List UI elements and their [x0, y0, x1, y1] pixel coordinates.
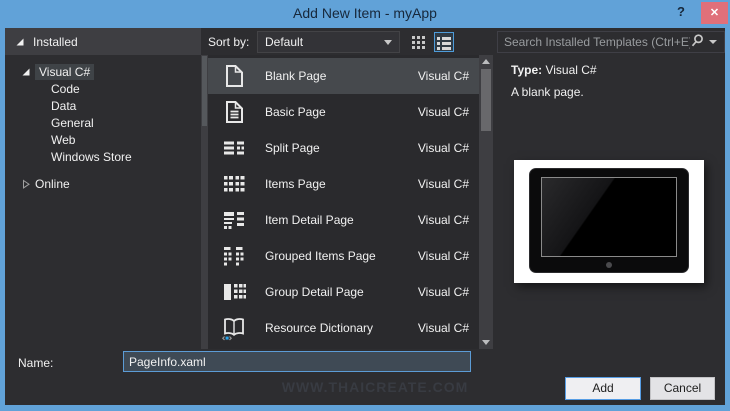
sidebar-scrollbar[interactable]	[201, 55, 208, 349]
scroll-down-icon[interactable]	[482, 340, 490, 345]
template-name: Group Detail Page	[265, 285, 418, 299]
window-title: Add New Item - myApp	[0, 5, 730, 21]
template-row-blank-page[interactable]: Blank PageVisual C#	[208, 58, 479, 94]
tree-node-label: Online	[35, 177, 70, 191]
template-type-row: Type: Visual C#	[511, 63, 597, 77]
sort-by-value: Default	[265, 35, 303, 49]
tree-child-general[interactable]: General	[5, 115, 201, 132]
grid-view-icon	[411, 34, 427, 50]
template-name: Item Detail Page	[265, 213, 418, 227]
template-name: Split Page	[265, 141, 418, 155]
tree-child-code[interactable]: Code	[5, 81, 201, 98]
sort-by-label: Sort by:	[208, 35, 249, 49]
watermark-text: WWW.THAICREATE.COM	[275, 379, 475, 395]
installed-section-header[interactable]: Installed	[5, 28, 201, 55]
tree-child-windows-store[interactable]: Windows Store	[5, 149, 201, 166]
cancel-button[interactable]: Cancel	[650, 377, 715, 400]
tablet-screen	[541, 177, 677, 257]
template-language: Visual C#	[418, 285, 469, 299]
close-button[interactable]: ✕	[701, 2, 728, 24]
list-view-icon	[436, 34, 452, 50]
blank-page-icon	[221, 63, 247, 89]
search-options-caret-icon[interactable]	[709, 40, 717, 44]
tablet-device-image	[529, 168, 689, 273]
template-row-resource-dictionary[interactable]: Resource DictionaryVisual C#	[208, 310, 479, 346]
collapsed-triangle-icon	[21, 179, 35, 189]
template-name: Resource Dictionary	[265, 321, 418, 335]
chevron-down-icon	[384, 40, 392, 45]
installed-header-label: Installed	[33, 35, 78, 49]
details-panel: Type: Visual C# A blank page.	[493, 55, 725, 349]
add-button[interactable]: Add	[565, 377, 641, 400]
tablet-home-button	[606, 262, 612, 268]
type-label: Type:	[511, 63, 542, 77]
template-language: Visual C#	[418, 69, 469, 83]
template-language: Visual C#	[418, 141, 469, 155]
sidebar-scrollbar-thumb[interactable]	[202, 56, 207, 126]
template-row-item-detail-page[interactable]: Item Detail PageVisual C#	[208, 202, 479, 238]
help-button[interactable]: ?	[672, 4, 690, 24]
sort-by-dropdown[interactable]: Default	[257, 31, 400, 53]
tree-node-online[interactable]: Online	[5, 175, 201, 193]
item-detail-page-icon	[221, 207, 247, 233]
template-name: Grouped Items Page	[265, 249, 418, 263]
template-list: Blank PageVisual C#Basic PageVisual C#Sp…	[208, 55, 479, 349]
resource-dictionary-icon	[221, 315, 247, 341]
name-input[interactable]	[123, 351, 471, 372]
template-description: A blank page.	[511, 85, 584, 99]
search-icon	[690, 33, 705, 51]
items-page-icon	[221, 171, 247, 197]
template-row-basic-page[interactable]: Basic PageVisual C#	[208, 94, 479, 130]
dialog-body: Installed Sort by: Default	[5, 28, 725, 405]
list-view-button-selected[interactable]	[434, 32, 454, 52]
tree-node-label: Visual C#	[35, 64, 94, 80]
category-tree: Visual C#CodeDataGeneralWebWindows Store…	[5, 55, 201, 349]
template-name: Basic Page	[265, 105, 418, 119]
template-name: Items Page	[265, 177, 418, 191]
template-preview	[514, 160, 704, 283]
type-value: Visual C#	[545, 63, 596, 77]
basic-page-icon	[221, 99, 247, 125]
tree-child-web[interactable]: Web	[5, 132, 201, 149]
scroll-up-icon[interactable]	[482, 59, 490, 64]
template-name: Blank Page	[265, 69, 418, 83]
split-page-icon	[221, 135, 247, 161]
search-box[interactable]	[497, 31, 725, 53]
expanded-triangle-icon	[15, 37, 25, 47]
template-row-split-page[interactable]: Split PageVisual C#	[208, 130, 479, 166]
template-language: Visual C#	[418, 177, 469, 191]
template-scrollbar-thumb[interactable]	[481, 69, 491, 131]
tree-spacer	[5, 166, 201, 175]
template-language: Visual C#	[418, 105, 469, 119]
template-language: Visual C#	[418, 213, 469, 227]
add-new-item-dialog: Add New Item - myApp ? ✕ Installed Sort …	[0, 0, 730, 411]
template-language: Visual C#	[418, 321, 469, 335]
grid-view-button[interactable]	[409, 32, 429, 52]
grouped-items-page-icon	[221, 243, 247, 269]
template-list-scrollbar[interactable]	[479, 55, 493, 349]
template-row-items-page[interactable]: Items PageVisual C#	[208, 166, 479, 202]
name-label: Name:	[18, 356, 53, 370]
template-row-grouped-items-page[interactable]: Grouped Items PageVisual C#	[208, 238, 479, 274]
title-bar[interactable]: Add New Item - myApp ? ✕	[0, 0, 730, 28]
tree-child-data[interactable]: Data	[5, 98, 201, 115]
search-input[interactable]	[498, 35, 690, 49]
template-row-group-detail-page[interactable]: Group Detail PageVisual C#	[208, 274, 479, 310]
expanded-triangle-icon	[21, 67, 35, 77]
tree-node-visual-c[interactable]: Visual C#	[5, 63, 201, 81]
template-language: Visual C#	[418, 249, 469, 263]
group-detail-page-icon	[221, 279, 247, 305]
